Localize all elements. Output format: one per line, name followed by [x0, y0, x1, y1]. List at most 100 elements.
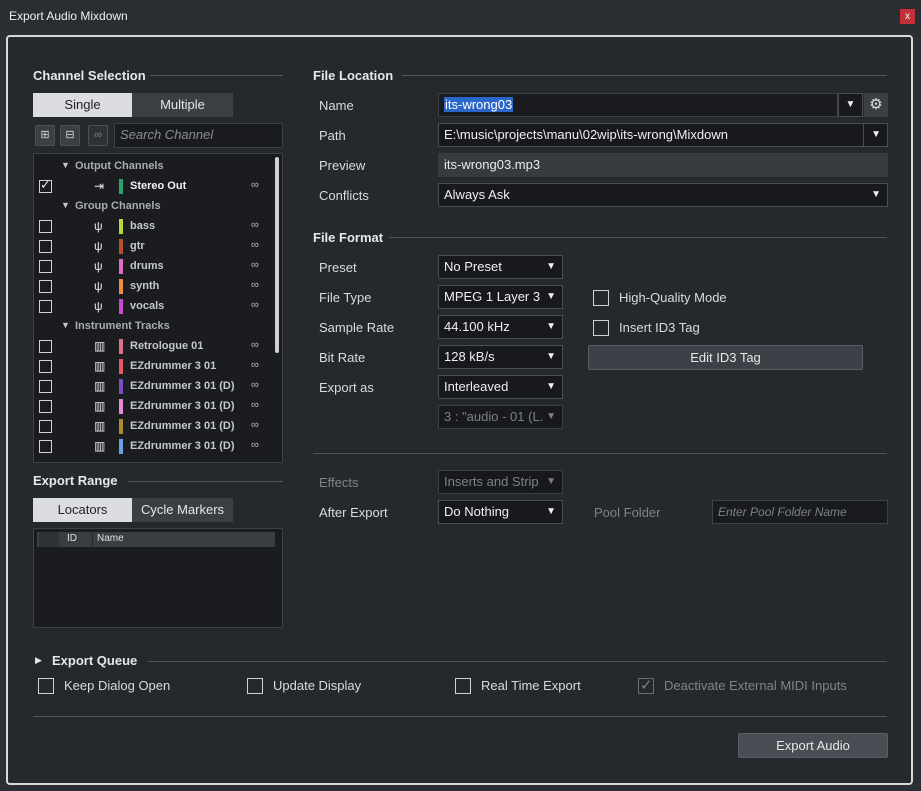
- collapse-triangle-icon[interactable]: ▼: [61, 200, 70, 210]
- effects-value: Inserts and Strip: [444, 474, 539, 489]
- link-button[interactable]: ∞: [88, 125, 108, 146]
- preview-value: its-wrong03.mp3: [438, 153, 888, 177]
- export-queue-heading[interactable]: Export Queue: [52, 653, 137, 668]
- tree-channel-row[interactable]: ▥ EZdrummer 3 01 ∞: [34, 357, 278, 377]
- channel-checkbox[interactable]: [39, 380, 52, 393]
- instrument-icon: ▥: [94, 339, 106, 353]
- channel-color-swatch: [119, 419, 123, 434]
- real-time-export-checkbox[interactable]: [455, 678, 471, 694]
- column-name[interactable]: Name: [97, 533, 124, 544]
- channel-color-swatch: [119, 379, 123, 394]
- pool-folder-input[interactable]: Enter Pool Folder Name: [712, 500, 888, 524]
- conflicts-value: Always Ask: [444, 187, 510, 202]
- divider: [128, 481, 283, 482]
- channel-checkbox[interactable]: [39, 340, 52, 353]
- channel-color-swatch: [119, 259, 123, 274]
- channel-checkbox[interactable]: [39, 440, 52, 453]
- name-history-dropdown[interactable]: ▼: [838, 93, 863, 117]
- tree-channel-row[interactable]: ψ gtr ∞: [34, 237, 278, 257]
- insert-id3-checkbox[interactable]: [593, 320, 609, 336]
- channel-checkbox[interactable]: [39, 240, 52, 253]
- conflicts-select[interactable]: Always Ask ▼: [438, 183, 888, 207]
- name-value: its-wrong03: [444, 97, 514, 112]
- tree-group-header[interactable]: ▼ Output Channels: [34, 157, 278, 177]
- chevron-down-icon: ▼: [546, 321, 556, 332]
- collapse-triangle-icon[interactable]: ▼: [61, 320, 70, 330]
- name-settings-button[interactable]: ⚙: [864, 93, 888, 117]
- link-icon: ∞: [251, 339, 259, 351]
- channel-checkbox[interactable]: [39, 260, 52, 273]
- channel-color-swatch: [119, 359, 123, 374]
- chevron-down-icon: ▼: [546, 261, 556, 272]
- name-input[interactable]: its-wrong03: [438, 93, 838, 117]
- channel-tree-scrollbar[interactable]: [275, 157, 279, 457]
- export-queue-expand-icon[interactable]: ▶: [35, 655, 42, 666]
- search-channel-input[interactable]: Search Channel: [114, 123, 283, 148]
- effects-select[interactable]: Inserts and Strip ▼: [438, 470, 563, 494]
- chevron-down-icon: ▼: [546, 476, 556, 487]
- channel-checkbox[interactable]: [39, 360, 52, 373]
- tree-channel-row[interactable]: ψ bass ∞: [34, 217, 278, 237]
- channel-checkbox[interactable]: [39, 400, 52, 413]
- high-quality-checkbox[interactable]: [593, 290, 609, 306]
- channel-color-swatch: [119, 299, 123, 314]
- tree-channel-row[interactable]: ψ drums ∞: [34, 257, 278, 277]
- deactivate-midi-checkbox[interactable]: ✓: [638, 677, 654, 694]
- channel-checkbox[interactable]: [39, 420, 52, 433]
- keep-dialog-open-checkbox[interactable]: [38, 678, 54, 694]
- channel-name: Retrologue 01: [130, 340, 204, 352]
- update-display-checkbox[interactable]: [247, 678, 263, 694]
- edit-id3-button[interactable]: Edit ID3 Tag: [588, 345, 863, 370]
- update-display-label: Update Display: [273, 678, 362, 693]
- tree-group-header[interactable]: ▼ Instrument Tracks: [34, 317, 278, 337]
- tab-single[interactable]: Single: [33, 93, 132, 117]
- tab-locators[interactable]: Locators: [33, 498, 132, 522]
- channel-checkbox[interactable]: [39, 280, 52, 293]
- instrument-icon: ▥: [94, 379, 106, 393]
- export-as-select[interactable]: Interleaved ▼: [438, 375, 563, 399]
- group-channel-icon: ψ: [94, 299, 103, 313]
- sample-rate-select[interactable]: 44.100 kHz ▼: [438, 315, 563, 339]
- channel-checkbox[interactable]: [39, 300, 52, 313]
- tree-channel-row[interactable]: ▥ EZdrummer 3 01 (D) ∞: [34, 437, 278, 457]
- link-icon: ∞: [251, 239, 259, 251]
- column-id[interactable]: ID: [67, 533, 77, 544]
- channel-name: Stereo Out: [130, 180, 187, 192]
- expand-all-button[interactable]: ⊞: [35, 125, 55, 146]
- channel-checkbox[interactable]: ✓: [39, 177, 52, 193]
- path-select[interactable]: E:\music\projects\manu\02wip\its-wrong\M…: [438, 123, 888, 147]
- divider: [33, 716, 887, 717]
- tree-channel-row[interactable]: ▥ EZdrummer 3 01 (D) ∞: [34, 397, 278, 417]
- tree-channel-row[interactable]: ψ vocals ∞: [34, 297, 278, 317]
- channel-name: EZdrummer 3 01 (D): [130, 380, 235, 392]
- close-button[interactable]: x: [900, 9, 915, 24]
- keep-dialog-open-label: Keep Dialog Open: [64, 678, 171, 693]
- scrollbar-thumb[interactable]: [275, 157, 279, 353]
- file-type-select[interactable]: MPEG 1 Layer 3 ▼: [438, 285, 563, 309]
- close-icon: x: [905, 11, 910, 22]
- preset-select[interactable]: No Preset ▼: [438, 255, 563, 279]
- collapse-all-button[interactable]: ⊟: [60, 125, 80, 146]
- tab-cycle-markers[interactable]: Cycle Markers: [132, 498, 233, 522]
- collapse-triangle-icon[interactable]: ▼: [61, 160, 70, 170]
- channel-checkbox[interactable]: [39, 220, 52, 233]
- tab-multiple[interactable]: Multiple: [132, 93, 233, 117]
- chevron-down-icon: ▼: [546, 506, 556, 517]
- export-audio-button[interactable]: Export Audio: [738, 733, 888, 758]
- tree-channel-row[interactable]: ▥ Retrologue 01 ∞: [34, 337, 278, 357]
- file-type-value: MPEG 1 Layer 3: [444, 289, 541, 304]
- link-icon: ∞: [251, 219, 259, 231]
- tree-group-header[interactable]: ▼ Group Channels: [34, 197, 278, 217]
- tree-channel-row[interactable]: ▥ EZdrummer 3 01 (D) ∞: [34, 377, 278, 397]
- bit-rate-select[interactable]: 128 kB/s ▼: [438, 345, 563, 369]
- after-export-select[interactable]: Do Nothing ▼: [438, 500, 563, 524]
- tree-channel-row[interactable]: ✓ ⇥ Stereo Out ∞: [34, 177, 278, 197]
- title-bar: Export Audio Mixdown x: [0, 0, 921, 32]
- tree-channel-row[interactable]: ▥ EZdrummer 3 01 (D) ∞: [34, 417, 278, 437]
- divider: [389, 237, 887, 238]
- preview-label: Preview: [319, 158, 366, 173]
- tree-channel-row[interactable]: ψ synth ∞: [34, 277, 278, 297]
- group-channel-icon: ψ: [94, 279, 103, 293]
- channel-select[interactable]: 3 : "audio - 01 (L. ▼: [438, 405, 563, 429]
- chevron-down-icon: ▼: [871, 189, 881, 200]
